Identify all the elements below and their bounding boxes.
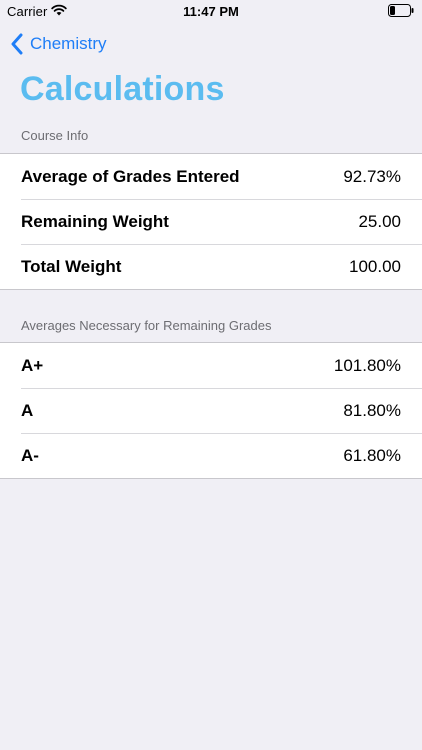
row-label: Average of Grades Entered — [21, 166, 240, 186]
row-value: 81.80% — [343, 400, 401, 420]
back-button[interactable]: Chemistry — [10, 32, 107, 56]
row-value: 100.00 — [349, 256, 401, 276]
page-title: Calculations — [20, 70, 225, 108]
table-row: Remaining Weight 25.00 — [0, 199, 422, 244]
row-label: Total Weight — [21, 256, 122, 276]
row-label: A+ — [21, 355, 44, 375]
chevron-left-icon — [11, 33, 23, 55]
row-label: A — [21, 400, 34, 420]
table-row: Average of Grades Entered 92.73% — [0, 154, 422, 199]
course-info-group: Average of Grades Entered 92.73% Remaini… — [0, 153, 422, 290]
section-header-averages-necessary: Averages Necessary for Remaining Grades — [21, 318, 272, 333]
table-row: A 81.80% — [0, 388, 422, 433]
averages-necessary-group: A+ 101.80% A 81.80% A- 61.80% — [0, 342, 422, 479]
row-value: 92.73% — [343, 166, 401, 186]
row-label: Remaining Weight — [21, 211, 169, 231]
battery-icon — [388, 4, 414, 17]
table-row: A+ 101.80% — [0, 343, 422, 388]
status-bar: Carrier 11:47 PM — [0, 0, 422, 22]
row-value: 61.80% — [343, 445, 401, 465]
table-row: Total Weight 100.00 — [0, 244, 422, 289]
status-time: 11:47 PM — [183, 4, 239, 19]
back-button-label: Chemistry — [30, 34, 107, 53]
row-value: 25.00 — [358, 211, 401, 231]
table-row: A- 61.80% — [0, 433, 422, 478]
navigation-bar: Chemistry — [0, 28, 422, 60]
row-value: 101.80% — [333, 355, 401, 375]
row-label: A- — [21, 445, 39, 465]
section-header-course-info: Course Info — [21, 128, 89, 143]
